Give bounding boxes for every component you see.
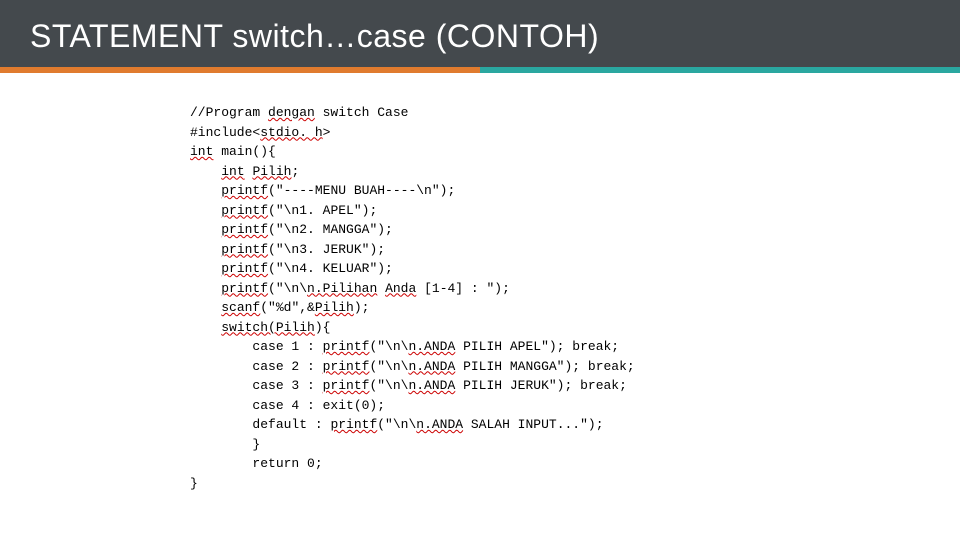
accent-bar-orange: [0, 67, 480, 73]
slide-header: STATEMENT switch…case (CONTOH): [0, 0, 960, 67]
accent-bar: [0, 67, 960, 73]
slide-title: STATEMENT switch…case (CONTOH): [30, 18, 930, 55]
code-example: //Program dengan switch Case #include<st…: [190, 103, 960, 493]
accent-bar-teal: [480, 67, 960, 73]
slide-content: //Program dengan switch Case #include<st…: [0, 73, 960, 493]
